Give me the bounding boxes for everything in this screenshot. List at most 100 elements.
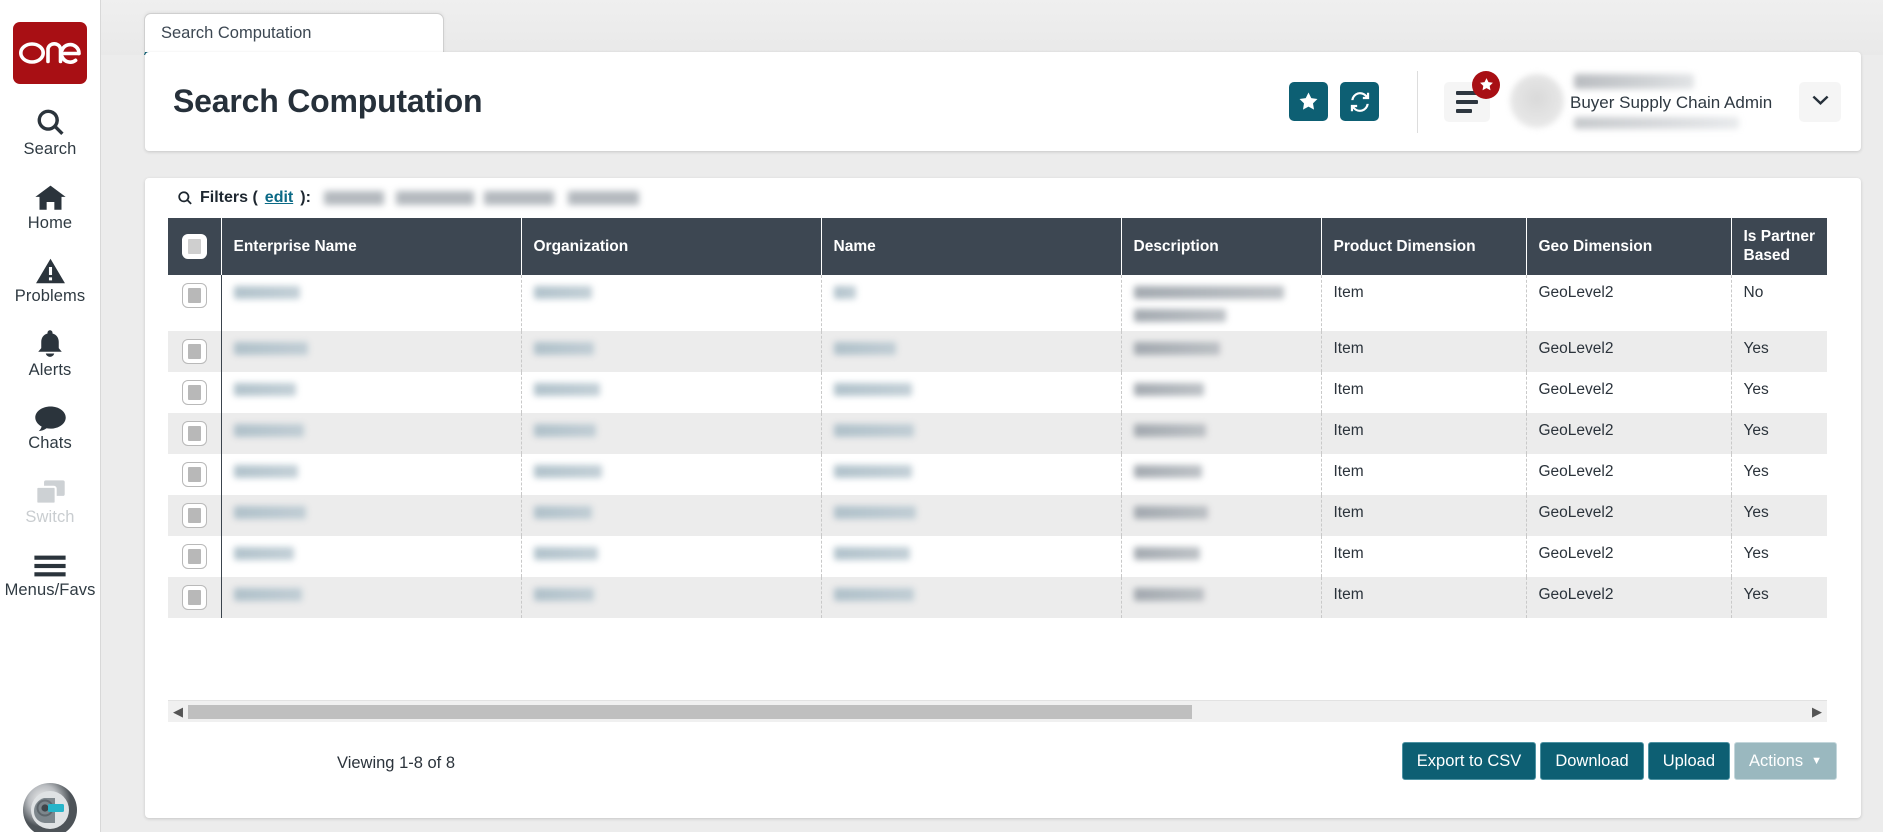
scroll-left-arrow-icon[interactable]: ◀ — [168, 705, 188, 718]
table-row[interactable]: Item GeoLevel2 Yes — [168, 412, 1827, 454]
cell-geo-dimension: GeoLevel2 — [1526, 535, 1732, 577]
cell-enterprise-name[interactable] — [221, 453, 522, 495]
table-row[interactable]: Item GeoLevel2 Yes — [168, 535, 1827, 577]
table-row[interactable]: Item GeoLevel2 Yes — [168, 330, 1827, 372]
app-menu-button[interactable] — [1444, 70, 1500, 122]
row-checkbox-cell[interactable] — [168, 371, 222, 413]
sidebar-item-label: Chats — [28, 434, 72, 452]
export-to-csv-button[interactable]: Export to CSV — [1401, 742, 1537, 781]
checkbox-icon[interactable] — [181, 584, 207, 610]
cell-description — [1121, 494, 1322, 536]
brand-logo[interactable] — [13, 22, 87, 84]
cell-name[interactable] — [821, 535, 1122, 577]
table-row[interactable]: Item GeoLevel2 No — [168, 274, 1827, 331]
column-header-geo-dimension[interactable]: Geo Dimension — [1526, 218, 1732, 275]
row-checkbox-cell[interactable] — [168, 453, 222, 495]
sidebar-item-menus-favs[interactable]: Menus/Favs — [0, 545, 101, 599]
cell-organization[interactable] — [521, 412, 822, 454]
scrollbar-track[interactable] — [188, 704, 1807, 719]
cell-enterprise-name[interactable] — [221, 576, 522, 618]
cell-description — [1121, 576, 1322, 618]
column-header-is-partner-based[interactable]: Is Partner Based — [1731, 218, 1827, 275]
sidebar-item-label: Problems — [14, 287, 86, 305]
cell-organization[interactable] — [521, 274, 822, 331]
sidebar-item-label: Alerts — [28, 360, 72, 379]
sidebar-item-problems[interactable]: Problems — [0, 251, 101, 305]
actions-button[interactable]: Actions ▼ — [1734, 742, 1837, 781]
cell-name[interactable] — [821, 330, 1122, 372]
cell-organization[interactable] — [521, 453, 822, 495]
cell-name[interactable] — [821, 274, 1122, 331]
row-checkbox-cell[interactable] — [168, 412, 222, 454]
filters-edit-link[interactable]: edit — [265, 189, 293, 207]
checkbox-icon[interactable] — [181, 338, 207, 364]
button-label: Download — [1555, 752, 1629, 770]
cell-enterprise-name[interactable] — [221, 412, 522, 454]
table-row[interactable]: Item GeoLevel2 Yes — [168, 494, 1827, 536]
user-menu[interactable]: Buyer Supply Chain Admin — [1510, 73, 1785, 130]
cell-name[interactable] — [821, 494, 1122, 536]
user-info: Buyer Supply Chain Admin — [1570, 73, 1785, 130]
cell-name[interactable] — [821, 453, 1122, 495]
user-email-redacted — [1574, 117, 1739, 130]
cell-is-partner-based: Yes — [1731, 576, 1827, 618]
sidebar-item-home[interactable]: Home — [0, 178, 101, 232]
checkbox-icon[interactable] — [181, 461, 207, 487]
tab-search-computation[interactable]: Search Computation — [144, 13, 444, 55]
cell-enterprise-name[interactable] — [221, 330, 522, 372]
table-footer: Viewing 1-8 of 8 Export to CSV Download Up… — [145, 726, 1861, 818]
filters-label-end: ): — [300, 189, 311, 206]
cell-organization[interactable] — [521, 330, 822, 372]
upload-button[interactable]: Upload — [1647, 742, 1730, 781]
cell-name[interactable] — [821, 371, 1122, 413]
column-header-enterprise-name[interactable]: Enterprise Name — [221, 218, 522, 275]
scrollbar-thumb[interactable] — [188, 704, 1192, 719]
favorite-button[interactable] — [1289, 82, 1328, 121]
checkbox-icon[interactable] — [181, 502, 207, 528]
cell-organization[interactable] — [521, 576, 822, 618]
sidebar-item-chats[interactable]: Chats — [0, 398, 101, 452]
main-content-card: Filters (edit): Enterprise Name Organiza… — [145, 178, 1861, 818]
row-checkbox-cell[interactable] — [168, 535, 222, 577]
cell-enterprise-name[interactable] — [221, 274, 522, 331]
user-menu-caret-button[interactable] — [1799, 81, 1841, 122]
cell-description — [1121, 274, 1322, 331]
cell-enterprise-name[interactable] — [221, 535, 522, 577]
cell-name[interactable] — [821, 576, 1122, 618]
column-header-description[interactable]: Description — [1121, 218, 1322, 275]
select-all-header[interactable] — [168, 218, 222, 275]
row-checkbox-cell[interactable] — [168, 494, 222, 536]
row-checkbox-cell[interactable] — [168, 330, 222, 372]
sidebar-item-label: Search — [23, 140, 77, 158]
user-role: Buyer Supply Chain Admin — [1570, 92, 1773, 112]
column-header-name[interactable]: Name — [821, 218, 1122, 275]
checkbox-icon[interactable] — [181, 233, 207, 259]
cell-product-dimension: Item — [1321, 535, 1527, 577]
sidebar-item-alerts[interactable]: Alerts — [0, 325, 101, 379]
checkbox-icon[interactable] — [181, 420, 207, 446]
cell-enterprise-name[interactable] — [221, 494, 522, 536]
table-row[interactable]: Item GeoLevel2 Yes — [168, 576, 1827, 618]
sidebar-item-search[interactable]: Search — [0, 104, 101, 158]
checkbox-icon[interactable] — [181, 379, 207, 405]
row-checkbox-cell[interactable] — [168, 274, 222, 331]
column-header-organization[interactable]: Organization — [521, 218, 822, 275]
checkbox-icon[interactable] — [181, 543, 207, 569]
table-row[interactable]: Item GeoLevel2 Yes — [168, 371, 1827, 413]
column-header-product-dimension[interactable]: Product Dimension — [1321, 218, 1527, 275]
horizontal-scrollbar[interactable]: ◀ ▶ — [168, 700, 1827, 722]
row-checkbox-cell[interactable] — [168, 576, 222, 618]
download-button[interactable]: Download — [1540, 742, 1644, 781]
cell-organization[interactable] — [521, 535, 822, 577]
sidebar-item-switch[interactable]: Switch — [0, 472, 101, 526]
cell-name[interactable] — [821, 412, 1122, 454]
cell-organization[interactable] — [521, 494, 822, 536]
checkbox-icon[interactable] — [181, 282, 207, 308]
cell-enterprise-name[interactable] — [221, 371, 522, 413]
ai-assistant-avatar-icon[interactable] — [18, 778, 82, 832]
refresh-button[interactable] — [1340, 82, 1379, 121]
table-row[interactable]: Item GeoLevel2 Yes — [168, 453, 1827, 495]
star-icon — [1299, 92, 1318, 110]
scroll-right-arrow-icon[interactable]: ▶ — [1807, 705, 1827, 718]
cell-organization[interactable] — [521, 371, 822, 413]
